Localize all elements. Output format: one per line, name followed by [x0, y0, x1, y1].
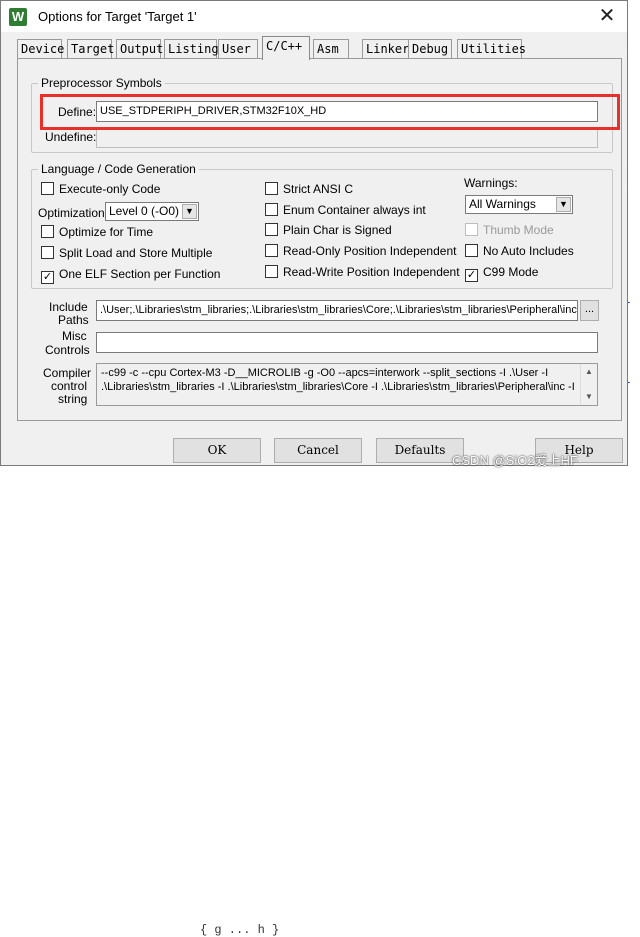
include-paths-label-line2: Paths	[58, 313, 89, 327]
warnings-value: All Warnings	[469, 197, 536, 211]
split-load-label: Split Load and Store Multiple	[59, 246, 213, 260]
strict-ansi-checkbox[interactable]: Strict ANSI C	[265, 182, 353, 196]
thumb-mode-checkbox[interactable]: Thumb Mode	[465, 223, 554, 237]
misc-controls-input[interactable]	[96, 332, 598, 353]
optimization-label: Optimization:	[38, 206, 109, 220]
ro-pi-checkbox[interactable]: Read-Only Position Independent	[265, 244, 456, 258]
c99-mode-label: C99 Mode	[483, 265, 539, 279]
background-code-line: { g ... h }	[200, 923, 280, 937]
c99-mode-checkbox[interactable]: ✓ C99 Mode	[465, 265, 538, 282]
tab-target[interactable]: Target	[67, 39, 114, 59]
tab-c-cpp[interactable]: C/C++	[262, 36, 310, 60]
compiler-control-text[interactable]: --c99 -c --cpu Cortex-M3 -D__MICROLIB -g…	[96, 363, 598, 406]
tab-asm[interactable]: Asm	[313, 39, 349, 59]
scroll-up-icon[interactable]: ▲	[581, 364, 597, 380]
include-paths-browse-button[interactable]: ...	[580, 300, 599, 321]
tab-output[interactable]: Output	[116, 39, 163, 59]
one-elf-label: One ELF Section per Function	[59, 267, 221, 281]
compiler-control-label-line3: string	[58, 392, 88, 406]
tab-utilities[interactable]: Utilities	[457, 39, 526, 59]
include-paths-input[interactable]: .\User;.\Libraries\stm_libraries;.\Libra…	[96, 300, 578, 321]
compiler-control-line2: .\Libraries\stm_libraries -I .\Libraries…	[101, 381, 575, 393]
defaults-button[interactable]: Defaults	[376, 438, 464, 463]
tab-device[interactable]: Device	[17, 39, 64, 59]
highlight-annotation	[40, 94, 620, 130]
check-icon: ✓	[41, 271, 54, 284]
tab-debug[interactable]: Debug	[408, 39, 452, 59]
checkbox-box	[465, 223, 478, 236]
keil-app-icon: W	[9, 8, 27, 26]
compiler-control-label-line1: Compiler	[43, 366, 92, 380]
ro-pi-label: Read-Only Position Independent	[283, 244, 457, 258]
no-auto-includes-label: No Auto Includes	[483, 244, 574, 258]
checkbox-box	[265, 223, 278, 236]
plain-char-checkbox[interactable]: Plain Char is Signed	[265, 223, 392, 237]
checkbox-box	[41, 225, 54, 238]
cancel-button[interactable]: Cancel	[274, 438, 362, 463]
execute-only-checkbox[interactable]: Execute-only Code	[41, 182, 160, 196]
warnings-select[interactable]: All Warnings ▼	[465, 195, 573, 214]
optimize-time-checkbox[interactable]: Optimize for Time	[41, 225, 153, 239]
checkbox-box	[265, 203, 278, 216]
undefine-input[interactable]	[96, 127, 598, 148]
ok-button[interactable]: OK	[173, 438, 261, 463]
include-paths-label-line1: Include	[49, 300, 88, 314]
checkbox-box	[265, 244, 278, 257]
csdn-watermark: CSDN @SiO2爱上HF	[452, 453, 578, 468]
optimization-value: Level 0 (-O0)	[109, 204, 180, 218]
tab-linker[interactable]: Linker	[362, 39, 410, 59]
strict-ansi-label: Strict ANSI C	[283, 182, 354, 196]
window-title: Options for Target 'Target 1'	[38, 9, 197, 24]
checkbox-box	[265, 182, 278, 195]
chevron-down-icon: ▼	[556, 197, 571, 212]
tab-user[interactable]: User	[218, 39, 258, 59]
tab-listing[interactable]: Listing	[164, 39, 219, 59]
plain-char-label: Plain Char is Signed	[283, 223, 392, 237]
language-group-title: Language / Code Generation	[38, 162, 199, 176]
compiler-control-scrollbar[interactable]: ▲ ▼	[580, 364, 597, 405]
checkbox-box	[265, 265, 278, 278]
rw-pi-checkbox[interactable]: Read-Write Position Independent	[265, 265, 460, 279]
thumb-mode-label: Thumb Mode	[483, 223, 554, 237]
one-elf-checkbox[interactable]: ✓ One ELF Section per Function	[41, 267, 220, 284]
compiler-control-label-line2: control	[51, 379, 88, 393]
close-icon[interactable]: ✕	[587, 1, 627, 32]
compiler-control-line1: --c99 -c --cpu Cortex-M3 -D__MICROLIB -g…	[101, 367, 549, 379]
rw-pi-label: Read-Write Position Independent	[283, 265, 460, 279]
checkbox-box	[41, 246, 54, 259]
title-bar: W Options for Target 'Target 1' ✕	[1, 1, 627, 32]
optimization-select[interactable]: Level 0 (-O0) ▼	[105, 202, 199, 221]
check-icon: ✓	[465, 269, 478, 282]
enum-container-checkbox[interactable]: Enum Container always int	[265, 203, 426, 217]
warnings-label: Warnings:	[464, 176, 518, 190]
misc-controls-label-line2: Controls	[45, 343, 90, 357]
optimize-time-label: Optimize for Time	[59, 225, 154, 239]
execute-only-label: Execute-only Code	[59, 182, 161, 196]
undefine-label: Undefine:	[45, 130, 97, 144]
preprocessor-group-title: Preprocessor Symbols	[38, 76, 165, 90]
split-load-checkbox[interactable]: Split Load and Store Multiple	[41, 246, 212, 260]
chevron-down-icon: ▼	[182, 204, 197, 219]
checkbox-box	[465, 244, 478, 257]
enum-container-label: Enum Container always int	[283, 203, 426, 217]
misc-controls-label-line1: Misc	[62, 329, 87, 343]
no-auto-includes-checkbox[interactable]: No Auto Includes	[465, 244, 574, 258]
checkbox-box	[41, 182, 54, 195]
options-dialog: W Options for Target 'Target 1' ✕ Device…	[0, 0, 628, 466]
scroll-down-icon[interactable]: ▼	[581, 389, 597, 405]
